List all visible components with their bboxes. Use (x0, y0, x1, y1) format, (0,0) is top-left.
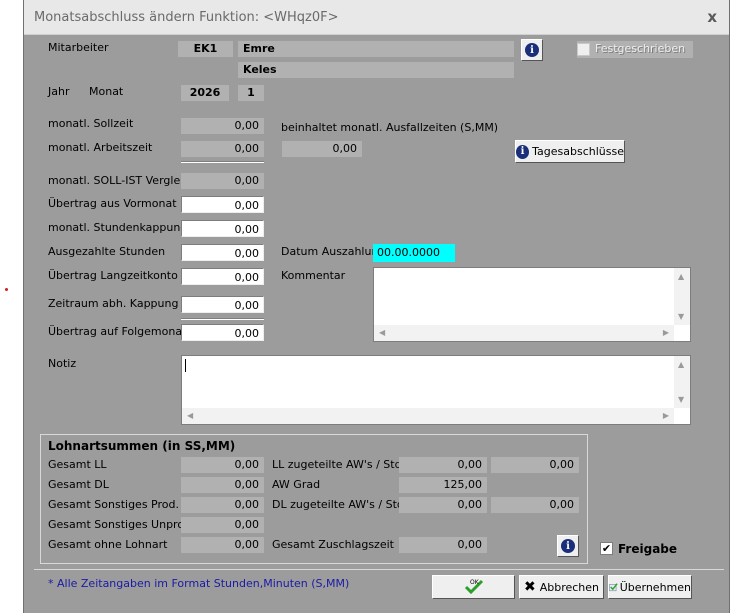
aw-grad-label: AW Grad (272, 478, 321, 491)
zuschlagszeit-value: 0,00 (399, 537, 487, 553)
employee-last-name: Keles (238, 62, 514, 78)
scroll-down-icon[interactable]: ▼ (678, 395, 684, 404)
scroll-left-icon[interactable]: ◀ (379, 328, 385, 337)
ll-aw-value: 0,00 (399, 457, 487, 473)
uebertrag-vormonat-input[interactable]: 0,00 (181, 196, 264, 213)
cancel-x-icon: ✖ (523, 579, 536, 595)
sonst-prod-value: 0,00 (181, 497, 264, 513)
stundenkappung-label: monatl. Stundenkappung (48, 221, 188, 234)
sonst-unprod-label: Gesamt Sonstiges Unprod. (48, 518, 195, 531)
arbeitszeit-value: 0,00 (181, 141, 264, 157)
year-label: Jahr (48, 85, 70, 98)
employee-label: Mitarbeiter (48, 41, 109, 54)
zuschlagszeit-label: Gesamt Zuschlagszeit (272, 538, 394, 551)
langzeitkonto-input[interactable]: 0,00 (181, 268, 264, 285)
scroll-right-icon[interactable]: ▶ (663, 328, 669, 337)
ll-aw-label: LL zugeteilte AW's / Std (272, 458, 402, 471)
abbrechen-label: Abbrechen (539, 580, 600, 594)
separator-line (181, 161, 264, 163)
langzeitkonto-label: Übertrag Langzeitkonto (48, 269, 178, 282)
ausfallzeiten-label: beinhaltet monatl. Ausfallzeiten (S,MM) (281, 121, 499, 134)
gesamt-ll-label: Gesamt LL (48, 458, 107, 471)
dl-aw-label: DL zugeteilte AW's / Std (272, 498, 404, 511)
scroll-up-icon[interactable]: ▲ (678, 272, 684, 281)
checkmark-icon: ✔ (600, 542, 613, 555)
employee-first-name: Emre (238, 41, 514, 57)
scroll-down-icon[interactable]: ▼ (678, 312, 684, 321)
datum-auszahlung-label: Datum Auszahlung (281, 245, 386, 258)
sonst-prod-label: Gesamt Sonstiges Prod. (48, 498, 179, 511)
text-cursor (185, 359, 186, 372)
sollzeit-value: 0,00 (181, 118, 264, 134)
sonst-unprod-value: 0,00 (181, 517, 264, 533)
tagesabschluesse-label: Tagesabschlüsse (532, 145, 624, 158)
gesamt-ll-value: 0,00 (181, 457, 264, 473)
festgeschrieben-box (577, 43, 590, 56)
year-value: 2026 (181, 85, 229, 101)
apply-check-icon (609, 583, 618, 592)
soll-ist-value: 0,00 (181, 173, 264, 189)
lohnart-info-button[interactable]: i (557, 535, 579, 557)
info-icon: i (516, 144, 530, 159)
arbeitszeit-label: monatl. Arbeitszeit (48, 141, 153, 154)
freigabe-checkbox[interactable]: ✔ Freigabe (600, 541, 690, 557)
ohne-lohnart-value: 0,00 (181, 537, 264, 553)
stundenkappung-input[interactable]: 0,00 (181, 220, 264, 237)
ok-button[interactable]: OK (432, 575, 515, 599)
title-bar: Monatsabschluss ändern Funktion: <WHqz0F… (24, 0, 729, 35)
festgeschrieben-label: Festgeschrieben (595, 42, 686, 55)
employee-code: EK1 (178, 41, 233, 57)
ausfallzeiten-value: 0,00 (282, 141, 362, 157)
kommentar-textarea[interactable]: ▲ ▼ ◀ ▶ (373, 267, 691, 342)
zeitraum-kappung-input[interactable]: 0,00 (181, 296, 264, 313)
footer-separator (34, 569, 724, 570)
soll-ist-label: monatl. SOLL-IST Vergleich (48, 174, 197, 187)
red-dot-marker (5, 288, 8, 291)
sollzeit-label: monatl. Sollzeit (48, 117, 134, 130)
tagesabschluesse-button[interactable]: i Tagesabschlüsse (515, 140, 625, 163)
info-icon: i (561, 539, 575, 553)
gesamt-dl-value: 0,00 (181, 477, 264, 493)
folgemonat-label: Übertrag auf Folgemonat (48, 325, 187, 338)
aw-grad-value: 125,00 (399, 477, 487, 493)
vertical-scrollbar[interactable]: ▲ ▼ (674, 356, 690, 408)
notiz-label: Notiz (48, 357, 77, 370)
scroll-up-icon[interactable]: ▲ (678, 360, 684, 369)
dl-aw-value: 0,00 (399, 497, 487, 513)
employee-info-button[interactable]: i (521, 39, 543, 61)
festgeschrieben-checkbox[interactable]: Festgeschrieben (577, 41, 693, 58)
ausgezahlte-stunden-label: Ausgezahlte Stunden (48, 245, 166, 258)
close-icon[interactable]: x (707, 8, 717, 26)
vertical-scrollbar[interactable]: ▲ ▼ (674, 268, 690, 325)
dl-aw-std-value: 0,00 (491, 497, 579, 513)
freigabe-label: Freigabe (618, 542, 678, 556)
horizontal-scrollbar[interactable]: ◀ ▶ (182, 408, 674, 424)
abbrechen-button[interactable]: ✖ Abbrechen (519, 575, 604, 599)
footnote: * Alle Zeitangaben im Format Stunden,Min… (48, 577, 350, 590)
ll-aw-std-value: 0,00 (491, 457, 579, 473)
uebernehmen-button[interactable]: Übernehmen (608, 575, 692, 599)
ausgezahlte-stunden-input[interactable]: 0,00 (181, 244, 264, 261)
ohne-lohnart-label: Gesamt ohne Lohnart (48, 538, 168, 551)
month-value: 1 (238, 85, 264, 101)
folgemonat-input[interactable]: 0,00 (181, 324, 264, 341)
zeitraum-kappung-label: Zeitraum abh. Kappung (48, 297, 179, 310)
gesamt-dl-label: Gesamt DL (48, 478, 109, 491)
uebertrag-vormonat-label: Übertrag aus Vormonat (48, 197, 177, 210)
ok-label: OK (470, 579, 479, 586)
uebernehmen-label: Übernehmen (619, 580, 691, 594)
lohnart-title: Lohnartsummen (in SS,MM) (48, 439, 236, 453)
info-icon: i (525, 43, 539, 57)
notiz-textarea[interactable]: ▲ ▼ ◀ ▶ (181, 355, 691, 425)
separator-line (181, 318, 264, 320)
horizontal-scrollbar[interactable]: ◀ ▶ (374, 325, 674, 341)
window-title: Monatsabschluss ändern Funktion: <WHqz0F… (34, 10, 339, 25)
dialog-window: Monatsabschluss ändern Funktion: <WHqz0F… (23, 0, 730, 613)
kommentar-label: Kommentar (281, 269, 346, 282)
scroll-left-icon[interactable]: ◀ (187, 411, 193, 420)
scroll-right-icon[interactable]: ▶ (663, 411, 669, 420)
datum-auszahlung-input[interactable]: 00.00.0000 (373, 244, 455, 262)
month-label: Monat (89, 85, 124, 98)
